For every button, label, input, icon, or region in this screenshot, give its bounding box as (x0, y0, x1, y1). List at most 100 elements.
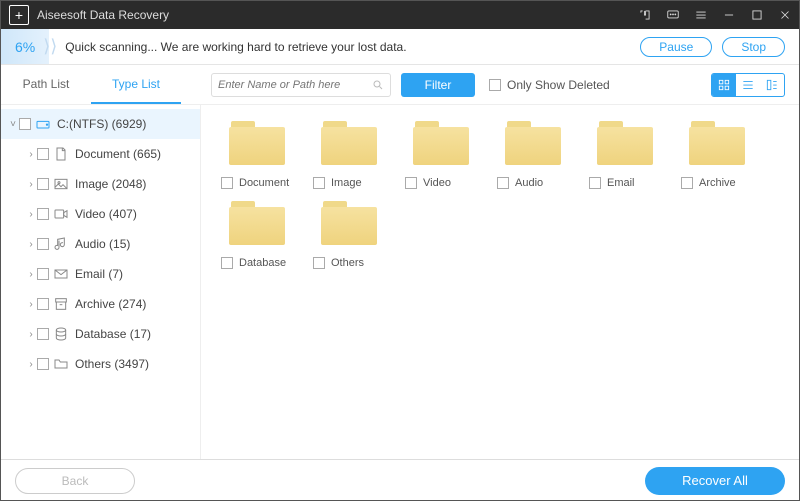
menu-icon[interactable] (687, 1, 715, 29)
expand-icon[interactable]: › (25, 179, 37, 190)
tree-item-label: Email (7) (75, 267, 123, 281)
database-icon (53, 326, 69, 342)
document-icon (53, 146, 69, 162)
view-grid-icon[interactable] (712, 74, 736, 96)
folder-icon (317, 197, 381, 249)
app-title: Aiseesoft Data Recovery (37, 8, 169, 22)
search-icon (372, 79, 384, 91)
collapse-icon[interactable]: ˅ (7, 119, 19, 130)
folder-icon (501, 117, 565, 169)
tree-item-label: Image (2048) (75, 177, 146, 191)
tab-type-list[interactable]: Type List (91, 65, 181, 104)
search-input[interactable] (211, 73, 391, 97)
progress-message: Quick scanning... We are working hard to… (65, 40, 406, 54)
tree-root-label: C:(NTFS) (6929) (57, 117, 146, 131)
checkbox-icon[interactable] (19, 118, 31, 130)
folder-label: Email (607, 177, 635, 189)
checkbox-icon[interactable] (37, 148, 49, 160)
tree-item-database[interactable]: › Database (17) (1, 319, 200, 349)
pause-button[interactable]: Pause (640, 37, 712, 57)
folder-database[interactable]: Database (217, 197, 297, 269)
progress-arrow-icon: ⟩⟩ (43, 36, 57, 57)
checkbox-icon[interactable] (37, 238, 49, 250)
email-icon (53, 266, 69, 282)
expand-icon[interactable]: › (25, 239, 37, 250)
minimize-icon[interactable] (715, 1, 743, 29)
tree-item-label: Archive (274) (75, 297, 146, 311)
image-icon (53, 176, 69, 192)
checkbox-icon[interactable] (221, 257, 233, 269)
folder-label: Audio (515, 177, 543, 189)
recover-all-button[interactable]: Recover All (645, 467, 785, 495)
checkbox-icon[interactable] (37, 358, 49, 370)
checkbox-icon[interactable] (313, 257, 325, 269)
expand-icon[interactable]: › (25, 149, 37, 160)
tree-item-archive[interactable]: › Archive (274) (1, 289, 200, 319)
audio-icon (53, 236, 69, 252)
checkbox-icon[interactable] (681, 177, 693, 189)
main-area: ˅ C:(NTFS) (6929) › Document (665) › Ima… (1, 105, 799, 459)
folder-video[interactable]: Video (401, 117, 481, 189)
app-logo-icon: + (9, 5, 29, 25)
expand-icon[interactable]: › (25, 359, 37, 370)
folder-label: Database (239, 257, 286, 269)
close-icon[interactable] (771, 1, 799, 29)
checkbox-icon[interactable] (497, 177, 509, 189)
search-field[interactable] (218, 79, 372, 91)
only-show-deleted-label: Only Show Deleted (507, 78, 610, 92)
share-icon[interactable] (631, 1, 659, 29)
folder-email[interactable]: Email (585, 117, 665, 189)
filter-button[interactable]: Filter (401, 73, 475, 97)
tree-item-video[interactable]: › Video (407) (1, 199, 200, 229)
archive-icon (53, 296, 69, 312)
folder-label: Video (423, 177, 451, 189)
folder-label: Archive (699, 177, 736, 189)
folder-document[interactable]: Document (217, 117, 297, 189)
view-list-icon[interactable] (736, 74, 760, 96)
checkbox-icon[interactable] (37, 268, 49, 280)
folder-icon (593, 117, 657, 169)
view-detail-icon[interactable] (760, 74, 784, 96)
tree-item-email[interactable]: › Email (7) (1, 259, 200, 289)
content-pane: Document Image Video Audio Email Archive (201, 105, 799, 459)
tab-path-list[interactable]: Path List (1, 65, 91, 104)
checkbox-icon[interactable] (405, 177, 417, 189)
tree-item-label: Audio (15) (75, 237, 130, 251)
feedback-icon[interactable] (659, 1, 687, 29)
folder-others[interactable]: Others (309, 197, 389, 269)
view-mode-switch (711, 73, 785, 97)
checkbox-icon[interactable] (313, 177, 325, 189)
folder-grid: Document Image Video Audio Email Archive (217, 117, 783, 269)
toolbar: Path List Type List Filter Only Show Del… (1, 65, 799, 105)
expand-icon[interactable]: › (25, 209, 37, 220)
expand-icon[interactable]: › (25, 269, 37, 280)
folder-image[interactable]: Image (309, 117, 389, 189)
window-controls (631, 1, 799, 29)
tree-item-document[interactable]: › Document (665) (1, 139, 200, 169)
tree-item-audio[interactable]: › Audio (15) (1, 229, 200, 259)
sidebar-tree: ˅ C:(NTFS) (6929) › Document (665) › Ima… (1, 105, 201, 459)
folder-icon (53, 356, 69, 372)
maximize-icon[interactable] (743, 1, 771, 29)
folder-icon (685, 117, 749, 169)
video-icon (53, 206, 69, 222)
checkbox-icon[interactable] (37, 208, 49, 220)
checkbox-icon[interactable] (37, 178, 49, 190)
checkbox-icon[interactable] (37, 298, 49, 310)
stop-button[interactable]: Stop (722, 37, 785, 57)
only-show-deleted-checkbox[interactable]: Only Show Deleted (489, 78, 610, 92)
expand-icon[interactable]: › (25, 299, 37, 310)
expand-icon[interactable]: › (25, 329, 37, 340)
folder-archive[interactable]: Archive (677, 117, 757, 189)
checkbox-icon (489, 79, 501, 91)
folder-label: Document (239, 177, 289, 189)
tree-root-drive[interactable]: ˅ C:(NTFS) (6929) (1, 109, 200, 139)
folder-audio[interactable]: Audio (493, 117, 573, 189)
checkbox-icon[interactable] (37, 328, 49, 340)
tree-item-image[interactable]: › Image (2048) (1, 169, 200, 199)
back-button[interactable]: Back (15, 468, 135, 494)
tree-item-label: Database (17) (75, 327, 151, 341)
checkbox-icon[interactable] (221, 177, 233, 189)
tree-item-others[interactable]: › Others (3497) (1, 349, 200, 379)
checkbox-icon[interactable] (589, 177, 601, 189)
